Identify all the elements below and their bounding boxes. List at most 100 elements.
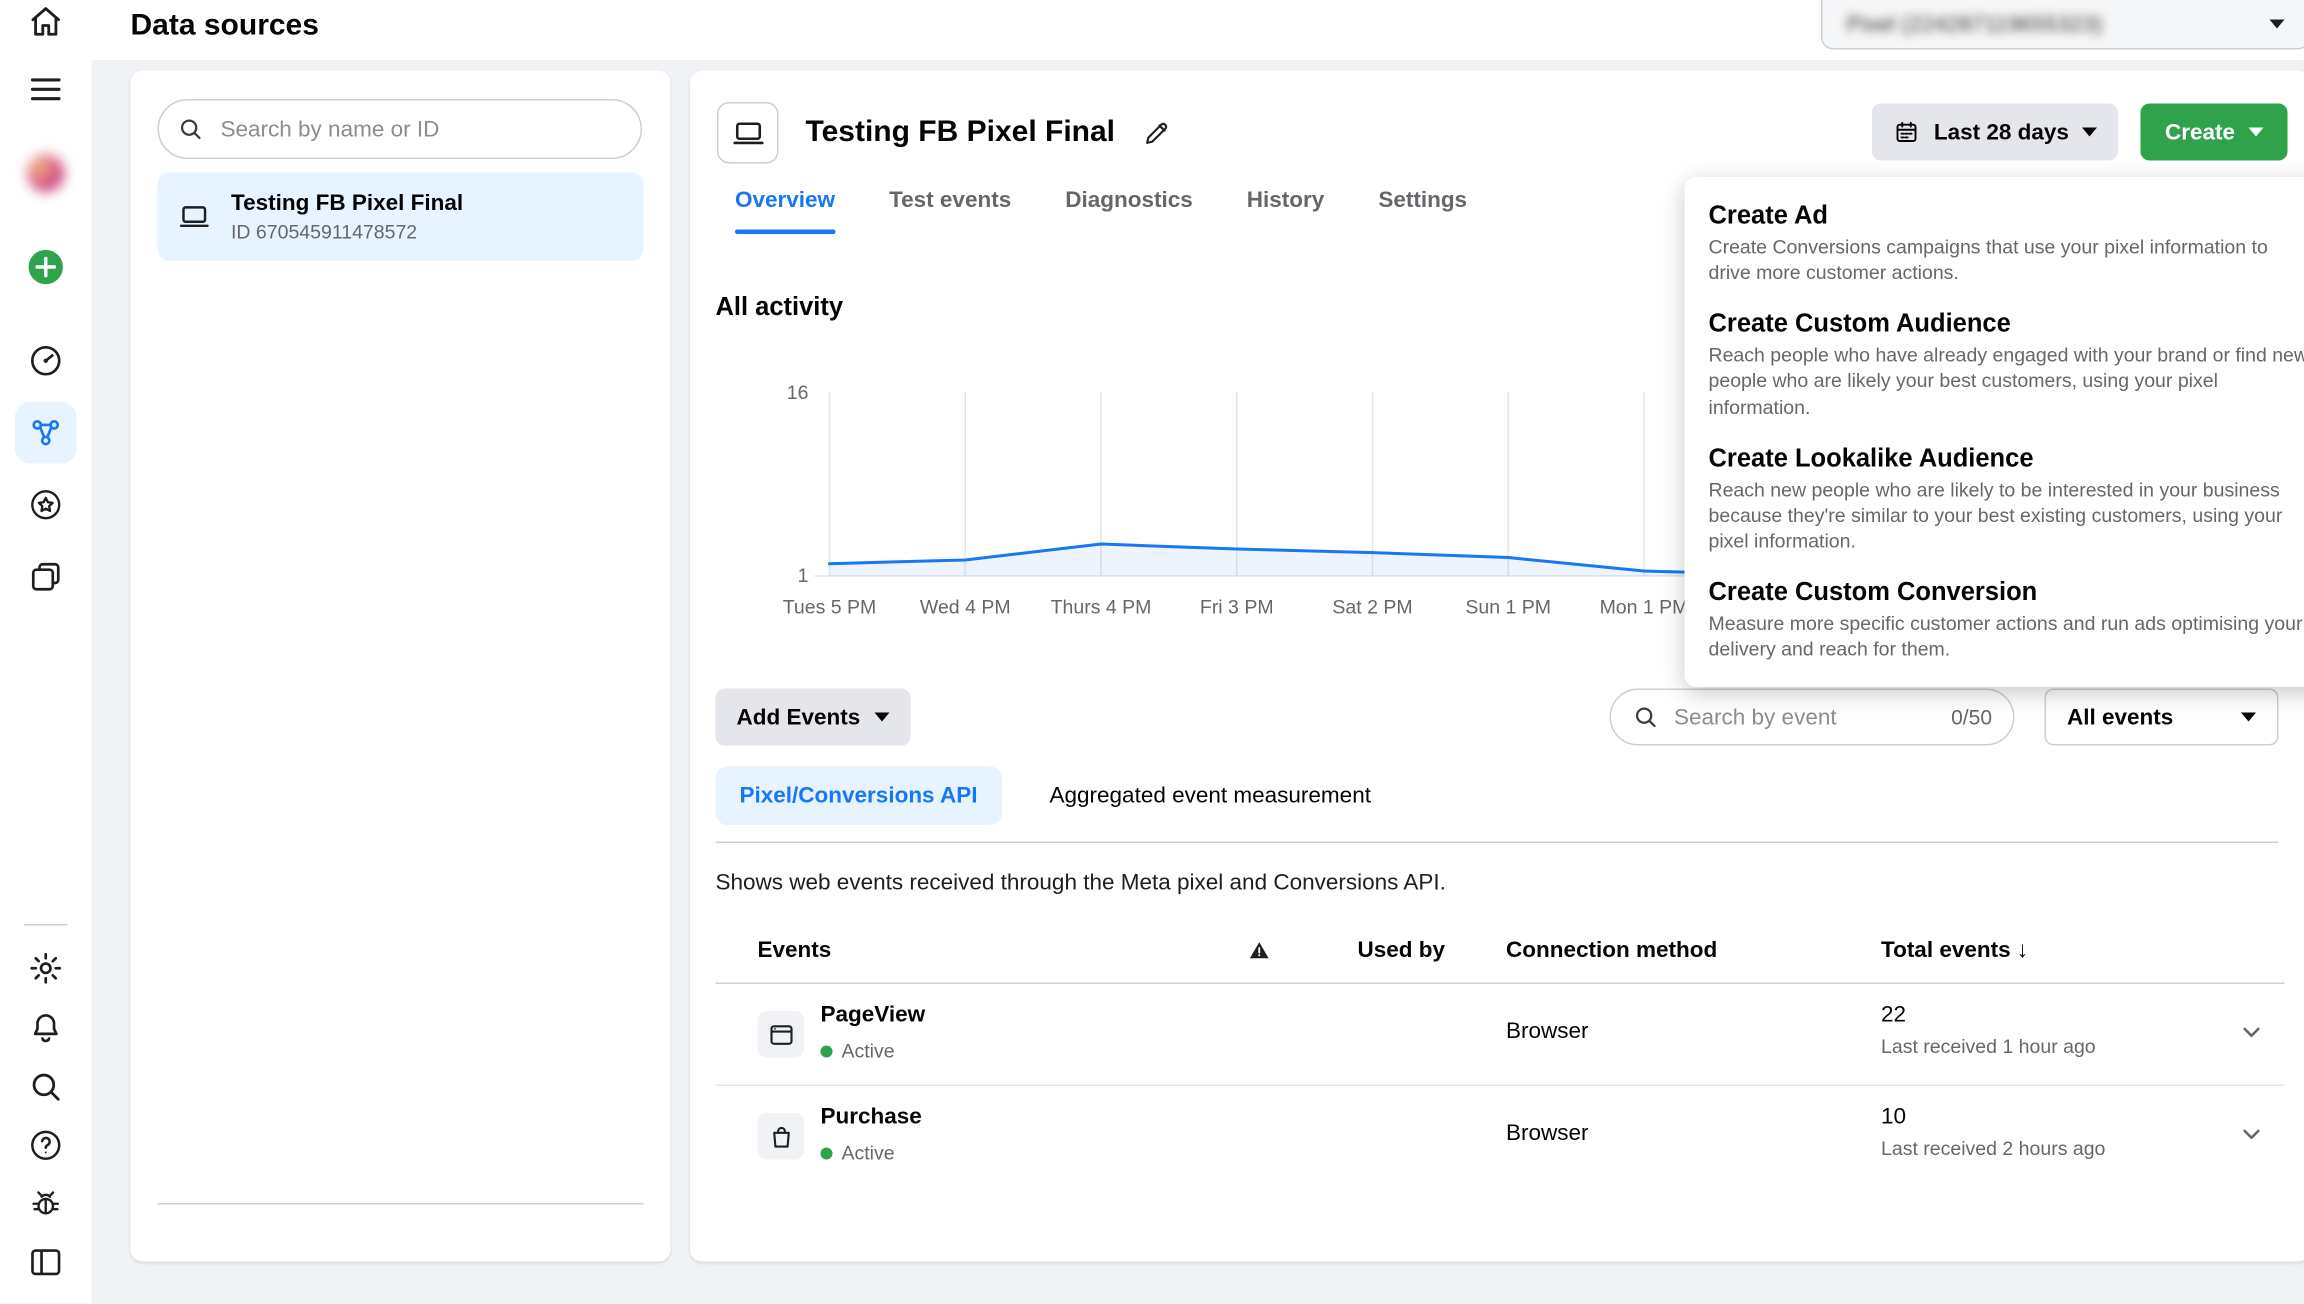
tab-history[interactable]: History xyxy=(1247,188,1325,235)
source-type-tabs: Pixel/Conversions API Aggregated event m… xyxy=(716,767,1380,826)
table-row[interactable]: PageView Active Browser 22 Last received… xyxy=(716,984,2285,1086)
search-icon[interactable] xyxy=(27,1068,65,1106)
expand-row-chevron-icon[interactable] xyxy=(2237,1119,2267,1149)
chevron-down-icon xyxy=(2249,128,2264,137)
home-icon[interactable] xyxy=(27,3,65,41)
menu-item-create-lookalike-audience[interactable]: Create Lookalike Audience Reach new peop… xyxy=(1685,432,2304,566)
menu-item-title: Create Custom Conversion xyxy=(1709,578,2304,608)
status-dot xyxy=(821,1147,833,1159)
event-search[interactable]: 0/50 xyxy=(1610,689,2015,746)
account-selector[interactable]: Pixel (224287119655323) xyxy=(1821,0,2304,50)
left-rail xyxy=(0,0,92,1304)
pixel-tabs: Overview Test events Diagnostics History… xyxy=(735,188,1467,235)
events-table: Events Used by Connection method Total e… xyxy=(716,911,2285,1187)
blurred-logo-image xyxy=(27,155,65,193)
pixel-icon xyxy=(717,102,779,164)
app-root: Data sources Pixel (224287119655323) xyxy=(0,0,2304,1304)
date-range-label: Last 28 days xyxy=(1934,119,2069,145)
sort-desc-icon: ↓ xyxy=(2017,938,2028,964)
event-filter-label: All events xyxy=(2067,704,2173,730)
expand-row-chevron-icon[interactable] xyxy=(2237,1017,2267,1047)
add-events-label: Add Events xyxy=(737,704,861,730)
create-label: Create xyxy=(2165,119,2235,145)
event-filter-dropdown[interactable]: All events xyxy=(2045,689,2279,746)
ads-meter-icon[interactable] xyxy=(27,342,65,380)
tab-test-events[interactable]: Test events xyxy=(889,188,1011,235)
account-name-blurred: Pixel (224287119655323) xyxy=(1847,11,2103,37)
chart-x-label: Mon 1 PM xyxy=(1600,597,1689,619)
total-events: 10 xyxy=(1881,1104,1906,1130)
tab-aggregated-event-measurement[interactable]: Aggregated event measurement xyxy=(1041,782,1380,811)
menu-item-description: Create Conversions campaigns that use yo… xyxy=(1709,234,2304,285)
status-dot xyxy=(821,1045,833,1057)
col-used-by[interactable]: Used by xyxy=(1358,938,1446,964)
menu-icon[interactable] xyxy=(27,71,65,109)
connection-method: Browser xyxy=(1506,1121,1589,1147)
col-connection-method[interactable]: Connection method xyxy=(1506,938,1717,964)
menu-item-title: Create Lookalike Audience xyxy=(1709,444,2304,474)
help-icon[interactable] xyxy=(27,1127,65,1165)
star-badge-icon[interactable] xyxy=(27,486,65,524)
menu-item-description: Reach new people who are likely to be in… xyxy=(1709,477,2304,554)
create-button[interactable]: Create xyxy=(2141,104,2288,161)
pixel-icon xyxy=(177,200,212,235)
menu-item-title: Create Ad xyxy=(1709,201,2304,231)
source-search-input[interactable] xyxy=(218,115,623,144)
tab-pixel-conversions-api[interactable]: Pixel/Conversions API xyxy=(716,767,1002,826)
source-name: Testing FB Pixel Final xyxy=(231,191,463,217)
table-row[interactable]: Purchase Active Browser 10 Last received… xyxy=(716,1086,2285,1187)
chevron-down-icon xyxy=(2270,20,2285,29)
date-range-button[interactable]: Last 28 days xyxy=(1872,104,2118,161)
panel-divider xyxy=(158,1203,644,1205)
business-logo[interactable] xyxy=(27,155,65,193)
gear-icon[interactable] xyxy=(27,950,65,988)
add-events-button[interactable]: Add Events xyxy=(716,689,910,746)
tab-settings[interactable]: Settings xyxy=(1378,188,1467,235)
col-total-events-label: Total events xyxy=(1881,938,2011,964)
window-icon xyxy=(758,1011,805,1058)
source-search[interactable] xyxy=(158,99,643,159)
edit-pencil-icon[interactable] xyxy=(1142,118,1172,148)
pixel-header: Testing FB Pixel Final xyxy=(717,102,1172,164)
warning-icon[interactable] xyxy=(1248,939,1271,962)
connection-method: Browser xyxy=(1506,1019,1589,1045)
chart-x-label: Thurs 4 PM xyxy=(1051,597,1152,619)
chart-x-label: Tues 5 PM xyxy=(783,597,877,619)
chart-y-label: 1 xyxy=(798,565,809,587)
data-sources-panel: Testing FB Pixel Final ID 67054591147857… xyxy=(131,71,671,1262)
add-icon[interactable] xyxy=(27,248,65,286)
create-dropdown-menu: Create Ad Create Conversions campaigns t… xyxy=(1685,177,2304,686)
chart-x-label: Fri 3 PM xyxy=(1200,597,1274,619)
chart-x-label: Sun 1 PM xyxy=(1465,597,1551,619)
tab-diagnostics[interactable]: Diagnostics xyxy=(1065,188,1193,235)
events-manager-icon[interactable] xyxy=(15,402,77,464)
total-events: 22 xyxy=(1881,1002,1906,1028)
layers-icon[interactable] xyxy=(27,558,65,596)
collapse-sidebar-icon[interactable] xyxy=(27,1244,65,1282)
bell-icon[interactable] xyxy=(27,1010,65,1048)
chart-y-label: 16 xyxy=(787,382,809,404)
source-list-item[interactable]: Testing FB Pixel Final ID 67054591147857… xyxy=(158,173,644,262)
last-received: Last received 1 hour ago xyxy=(1881,1035,2096,1058)
bug-icon[interactable] xyxy=(27,1185,65,1223)
status-label: Active xyxy=(842,1142,895,1165)
chevron-down-icon xyxy=(2082,128,2097,137)
event-name: Purchase xyxy=(821,1104,922,1130)
event-name: PageView xyxy=(821,1002,926,1028)
search-icon xyxy=(177,116,204,143)
search-icon xyxy=(1632,704,1659,731)
menu-item-create-ad[interactable]: Create Ad Create Conversions campaigns t… xyxy=(1685,189,2304,297)
col-events[interactable]: Events xyxy=(758,938,832,964)
menu-item-create-custom-conversion[interactable]: Create Custom Conversion Measure more sp… xyxy=(1685,566,2304,674)
event-status: Active xyxy=(821,1040,895,1063)
col-total-events[interactable]: Total events ↓ xyxy=(1881,938,2028,964)
header-actions: Last 28 days Create xyxy=(1872,104,2287,161)
event-search-input[interactable] xyxy=(1671,703,1939,732)
tab-overview[interactable]: Overview xyxy=(735,188,835,235)
chart-x-label: Wed 4 PM xyxy=(920,597,1011,619)
calendar-icon xyxy=(1893,119,1920,146)
menu-item-create-custom-audience[interactable]: Create Custom Audience Reach people who … xyxy=(1685,297,2304,431)
menu-item-description: Measure more specific customer actions a… xyxy=(1709,611,2304,662)
chevron-down-icon xyxy=(2241,713,2256,722)
menu-item-description: Reach people who have already engaged wi… xyxy=(1709,342,2304,419)
